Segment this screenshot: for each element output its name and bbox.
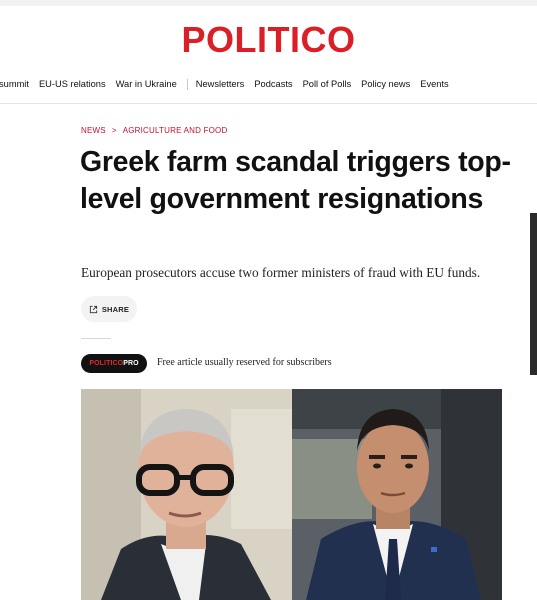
share-label: SHARE bbox=[101, 304, 130, 314]
breadcrumb: NEWS > AGRICULTURE AND FOOD bbox=[81, 126, 227, 135]
nav-item-eu-us-relations[interactable]: EU-US relations bbox=[39, 79, 106, 89]
top-nav: summit EU-US relations War in Ukraine Ne… bbox=[0, 76, 459, 92]
nav-item-policy-news[interactable]: Policy news bbox=[361, 79, 410, 89]
politico-logo[interactable]: POLITICO bbox=[0, 19, 537, 61]
politico-pro-badge[interactable]: POLITICO PRO bbox=[81, 354, 147, 373]
side-rail bbox=[530, 213, 537, 375]
article-headline: Greek farm scandal triggers top-level go… bbox=[80, 146, 511, 215]
nav-item-summit[interactable]: summit bbox=[0, 79, 29, 89]
nav-item-war-in-ukraine[interactable]: War in Ukraine bbox=[116, 79, 177, 89]
nav-item-podcasts[interactable]: Podcasts bbox=[254, 79, 292, 89]
article-photo-illustration bbox=[81, 389, 502, 600]
section-divider bbox=[81, 338, 111, 339]
breadcrumb-news-link[interactable]: NEWS bbox=[81, 126, 106, 135]
nav-item-events[interactable]: Events bbox=[420, 79, 448, 89]
article-dek: European prosecutors accuse two former m… bbox=[81, 265, 481, 280]
article-photo bbox=[81, 389, 502, 600]
breadcrumb-agriculture-link[interactable]: AGRICULTURE AND FOOD bbox=[123, 126, 228, 135]
share-button[interactable]: SHARE bbox=[81, 296, 137, 322]
nav-separator bbox=[186, 78, 188, 90]
top-band bbox=[0, 0, 537, 6]
subscriber-note: Free article usually reserved for subscr… bbox=[157, 357, 332, 368]
nav-item-poll-of-polls[interactable]: Poll of Polls bbox=[303, 79, 352, 89]
nav-divider bbox=[0, 103, 537, 104]
pro-badge-pro: PRO bbox=[123, 360, 139, 367]
pro-badge-politico: POLITICO bbox=[89, 360, 124, 367]
nav-item-newsletters[interactable]: Newsletters bbox=[196, 79, 245, 89]
share-icon bbox=[89, 305, 97, 313]
breadcrumb-chevron-icon: > bbox=[111, 126, 117, 135]
